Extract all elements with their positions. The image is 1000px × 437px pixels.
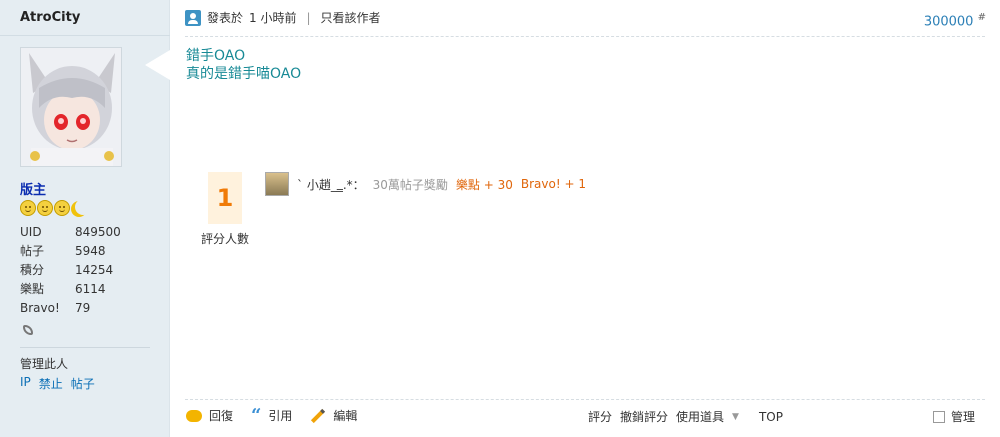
post-time: 1 小時前 — [249, 11, 297, 25]
smile-icon — [54, 200, 70, 216]
stat-row-credits: 積分 14254 — [20, 261, 121, 280]
online-user-icon — [185, 9, 201, 26]
rater-avatar[interactable] — [265, 172, 289, 196]
manage-links: IP 禁止 帖子 — [20, 375, 95, 392]
quote-button[interactable]: “ 引用 — [251, 404, 293, 426]
manage-ban-link[interactable]: 禁止 — [39, 375, 63, 392]
posted-label: 發表於 — [207, 11, 244, 25]
reply-button[interactable]: 回復 — [186, 407, 233, 424]
reply-label: 回復 — [209, 409, 234, 423]
user-stats: UID 849500 帖子 5948 積分 14254 樂點 6114 Bravo! 79 — [20, 223, 121, 318]
manage-ip-link[interactable]: IP — [20, 375, 31, 392]
stat-label: 積分 — [20, 263, 45, 277]
quote-label: 引用 — [268, 409, 293, 423]
edit-button[interactable]: 編輯 — [310, 407, 357, 424]
divider — [185, 399, 985, 400]
floor-mark: # — [977, 12, 986, 23]
manage-checkbox[interactable] — [932, 410, 945, 423]
post-content: 錯手OAO 真的是錯手喵OAO — [186, 47, 301, 83]
separator: | — [306, 10, 311, 25]
stat-value[interactable]: 849500 — [75, 223, 121, 242]
manage-label: 管理 — [950, 410, 975, 424]
content-line: 錯手OAO — [186, 48, 246, 64]
content-line: 真的是錯手喵OAO — [186, 66, 302, 82]
post-main: 發表於 1 小時前 | 只看該作者 300000 # 錯手OAO 真的是錯手喵O… — [170, 0, 1000, 437]
stat-row-bravo: Bravo! 79 — [20, 299, 121, 318]
cancel-rate-button[interactable]: 撤銷評分 — [620, 408, 668, 425]
rating-reason: 30萬帖子獎勵 — [372, 177, 448, 192]
username-link[interactable]: AtroCity — [20, 10, 80, 25]
reply-icon — [186, 409, 202, 422]
post-meta: 發表於 1 小時前 | 只看該作者 — [185, 9, 381, 26]
stat-row-points: 樂點 6114 — [20, 280, 121, 299]
level-icons — [20, 200, 87, 218]
pencil-icon — [311, 408, 326, 423]
chevron-down-icon[interactable]: ▼ — [732, 412, 739, 422]
satellite-icon[interactable] — [23, 325, 33, 335]
smile-icon — [20, 200, 36, 216]
manage-user-label: 管理此人 — [20, 357, 69, 371]
post-actions: 回復 “ 引用 編輯 — [186, 404, 357, 426]
smile-icon — [37, 200, 53, 216]
post-tools: 評分 撤銷評分 使用道具 ▼ TOP — [588, 408, 783, 425]
manage-post: 管理 — [932, 408, 975, 425]
stat-label: UID — [20, 225, 42, 239]
stat-value: 14254 — [75, 263, 114, 277]
moon-icon — [75, 199, 91, 215]
rating-count[interactable]: 1 — [208, 172, 242, 224]
stat-value: 79 — [75, 301, 91, 315]
quote-icon: “ — [251, 404, 262, 426]
avatar-callout — [145, 50, 170, 80]
stat-label: 帖子 — [20, 244, 45, 258]
stat-value[interactable]: 5948 — [75, 242, 106, 261]
stat-value: 6114 — [75, 282, 106, 296]
stat-label: 樂點 — [20, 282, 45, 296]
edit-label: 編輯 — [333, 409, 358, 423]
rate-button[interactable]: 評分 — [588, 408, 612, 425]
use-item-menu[interactable]: 使用道具 — [676, 408, 724, 425]
author-only-link[interactable]: 只看該作者 — [321, 9, 381, 26]
floor-value[interactable]: 300000 — [924, 14, 974, 29]
floor-number[interactable]: 300000 # — [924, 12, 986, 29]
rating-entry: ˋ 小趙_‗.*： 30萬帖子獎勵 樂點 + 30 Bravo! + 1 — [265, 172, 586, 196]
rater-name[interactable]: ˋ 小趙_‗.*： — [297, 176, 365, 193]
divider — [185, 36, 985, 37]
top-link[interactable]: TOP — [759, 410, 783, 424]
rating-bravo: Bravo! + 1 — [520, 177, 586, 191]
user-rank[interactable]: 版主 — [20, 179, 46, 198]
rating-count-label: 評分人數 — [201, 232, 250, 246]
sidebar-divider — [0, 35, 170, 36]
user-sidebar: AtroCity 版主 UID 849500 帖子 5948 積分 14254 — [0, 0, 170, 437]
sidebar-divider — [20, 347, 150, 348]
user-avatar[interactable] — [20, 47, 122, 167]
manage-posts-link[interactable]: 帖子 — [71, 375, 95, 392]
stat-row-posts: 帖子 5948 — [20, 242, 121, 261]
rating-points: 樂點 + 30 — [455, 177, 513, 192]
stat-row-uid: UID 849500 — [20, 223, 121, 242]
stat-label: Bravo! — [20, 301, 60, 315]
